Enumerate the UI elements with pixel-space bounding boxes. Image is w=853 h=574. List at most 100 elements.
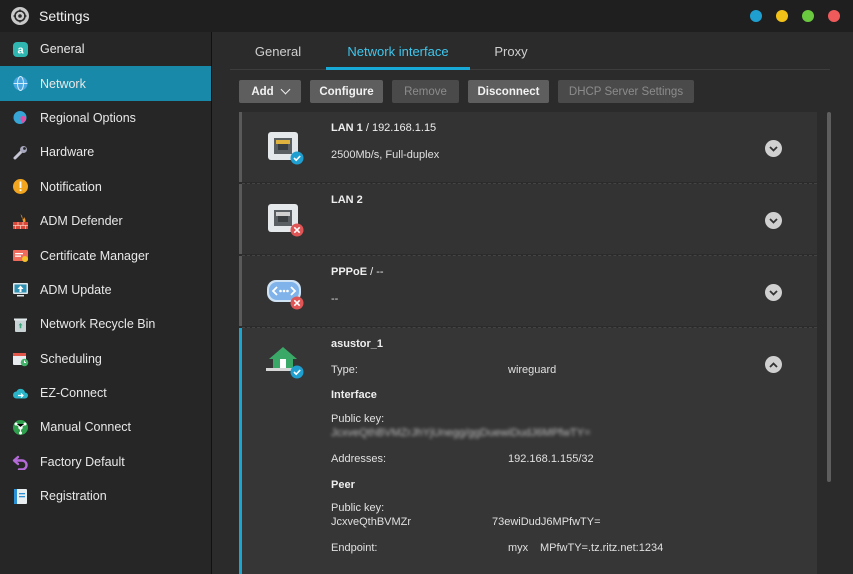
close-button[interactable] [828,10,840,22]
list-scrollbar[interactable] [827,112,831,482]
sidebar-item-label: EZ-Connect [40,386,107,401]
interface-ip: / 192.168.1.15 [362,122,437,134]
interface-title: LAN 1 / 192.168.1.15 [331,122,436,134]
update-icon [11,281,29,299]
expand-chevron-icon[interactable] [765,284,782,301]
sidebar-item-label: ADM Update [40,282,112,297]
sidebar-item-label: Regional Options [40,110,136,125]
sidebar-item-label: Factory Default [40,454,125,469]
interface-public-key-label: Public key: [331,413,385,425]
addresses-value: 192.168.1.155/32 [508,453,594,465]
tab-general[interactable]: General [230,32,326,70]
sidebar-item-label: Certificate Manager [40,248,150,263]
add-dropdown-button[interactable]: Add [239,80,301,103]
expand-chevron-icon[interactable] [765,212,782,229]
peer-section-heading: Peer [331,479,355,491]
interface-card-lan1[interactable]: LAN 1 / 192.168.1.15 2500Mb/s, Full-dupl… [239,112,817,182]
peer-public-key-tail: 73ewiDudJ6MPfwTY= [492,516,601,528]
calendar-icon [11,350,29,368]
sidebar: a General Network Regional Options Hardw… [0,32,212,574]
sidebar-item-label: Manual Connect [40,420,132,435]
recycle-bin-icon [11,315,29,333]
info-dot-button[interactable] [750,10,762,22]
general-icon: a [11,40,29,58]
sidebar-item-hardware[interactable]: Hardware [0,135,211,169]
alert-icon [11,178,29,196]
chevron-down-icon [280,84,291,95]
ethernet-port-icon [266,130,304,166]
title-bar: Settings [0,0,853,32]
sidebar-item-label: General [40,42,85,57]
sidebar-item-label: Network [40,76,86,91]
certificate-icon [11,247,29,265]
sidebar-item-ez-connect[interactable]: EZ-Connect [0,376,211,410]
interface-name: PPPoE [331,266,368,278]
sidebar-item-adm-defender[interactable]: ADM Defender [0,204,211,238]
interface-detail: -- [331,293,339,305]
manual-connect-icon [11,418,29,436]
disconnect-button[interactable]: Disconnect [468,80,549,103]
registration-icon [11,487,29,505]
type-label: Type: [331,364,358,376]
maximize-button[interactable] [802,10,814,22]
sidebar-item-network[interactable]: Network [0,66,211,101]
sidebar-item-manual-connect[interactable]: Manual Connect [0,410,211,444]
endpoint-value-head: myx [508,542,529,554]
sidebar-item-notification[interactable]: Notification [0,170,211,204]
configure-button[interactable]: Configure [310,80,383,103]
interface-card-vpn[interactable]: asustor_1 Type: wireguard Interface Publ… [239,328,817,574]
sidebar-item-adm-update[interactable]: ADM Update [0,273,211,307]
ethernet-port-icon [266,202,304,238]
expand-chevron-icon[interactable] [765,140,782,157]
settings-gear-icon [11,7,29,25]
sidebar-item-registration[interactable]: Registration [0,479,211,513]
globe-icon [11,75,29,93]
sidebar-item-label: ADM Defender [40,214,123,229]
interface-title: PPPoE / -- [331,266,384,278]
svg-text:a: a [17,44,24,56]
firewall-icon [11,212,29,230]
interface-card-lan2[interactable]: LAN 2 [239,184,817,254]
sidebar-item-label: Hardware [40,145,95,160]
sidebar-item-certificate-manager[interactable]: Certificate Manager [0,238,211,272]
add-button-label: Add [251,85,274,98]
sidebar-item-factory-default[interactable]: Factory Default [0,445,211,479]
sidebar-item-regional-options[interactable]: Regional Options [0,101,211,135]
interface-name: LAN 2 [331,194,363,206]
interface-list: LAN 1 / 192.168.1.15 2500Mb/s, Full-dupl… [239,112,819,574]
pppoe-connection-icon [266,274,304,310]
vpn-home-icon [266,344,304,380]
sidebar-item-scheduling[interactable]: Scheduling [0,342,211,376]
peer-public-key-value: JcxveQthBVMZr [331,516,412,528]
dhcp-server-settings-button[interactable]: DHCP Server Settings [558,80,694,103]
interface-title: LAN 2 [331,194,363,206]
tab-network-interface[interactable]: Network interface [326,32,470,70]
interface-title: asustor_1 [331,338,383,350]
cloud-icon [11,384,29,402]
endpoint-label: Endpoint: [331,542,378,554]
remove-button[interactable]: Remove [392,80,459,103]
main-panel: General Network interface Proxy Add Conf… [213,32,853,574]
collapse-chevron-icon[interactable] [765,356,782,373]
sidebar-item-label: Registration [40,489,107,504]
endpoint-value: MPfwTY=.tz.ritz.net:1234 [540,542,664,554]
interface-card-pppoe[interactable]: PPPoE / -- -- [239,256,817,326]
sidebar-item-label: Scheduling [40,351,102,366]
undo-icon [11,453,29,471]
tab-proxy[interactable]: Proxy [470,32,552,70]
globe-pin-icon [11,109,29,127]
interface-section-heading: Interface [331,389,377,401]
interface-name: asustor_1 [331,338,383,350]
sidebar-item-general[interactable]: a General [0,32,211,66]
interface-public-key-value: JcxveQthBVMZrJhYjUnegg/ggDuewiDudJ6MPfwT… [331,427,591,439]
window-title: Settings [39,8,90,24]
sidebar-item-label: Network Recycle Bin [40,317,156,332]
addresses-label: Addresses: [331,453,387,465]
minimize-button[interactable] [776,10,788,22]
type-value: wireguard [508,364,557,376]
sidebar-item-label: Notification [40,179,102,194]
sidebar-item-network-recycle-bin[interactable]: Network Recycle Bin [0,307,211,341]
tab-bar: General Network interface Proxy [230,32,830,70]
toolbar: Add Configure Remove Disconnect DHCP Ser… [239,80,694,103]
interface-ip: / -- [367,266,384,278]
